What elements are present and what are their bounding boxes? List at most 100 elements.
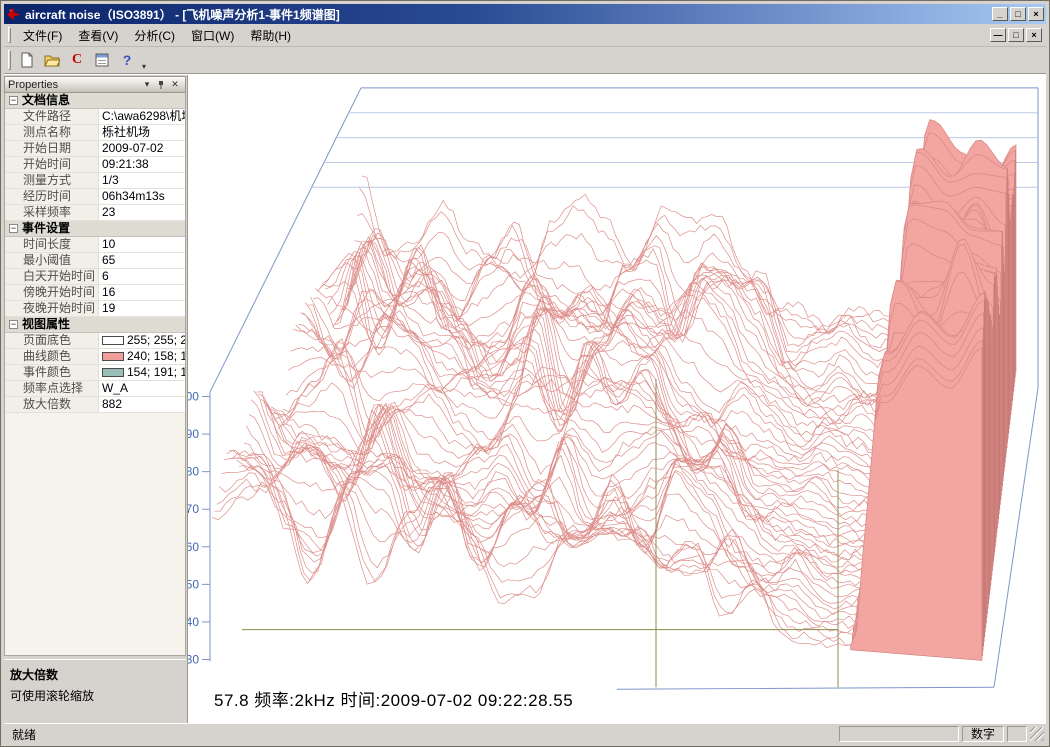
property-row[interactable]: 页面底色255; 255; 25 [5, 333, 185, 349]
toolbar-grip[interactable] [8, 50, 11, 70]
property-group-header[interactable]: −文档信息 [5, 93, 185, 109]
property-value: 23 [99, 205, 185, 220]
toolbar-overflow-button[interactable]: ▾ [142, 62, 146, 71]
property-value: 栎社机场 [99, 125, 185, 140]
property-row[interactable]: 测点名称栎社机场 [5, 125, 185, 141]
status-panel-blank [839, 726, 959, 742]
property-row[interactable]: 文件路径C:\awa6298\机场 [5, 109, 185, 125]
new-document-button[interactable] [15, 49, 39, 72]
menu-item-5[interactable]: 帮助(H) [242, 25, 299, 46]
property-value: 16 [99, 285, 185, 300]
property-label: 文件路径 [5, 109, 99, 124]
property-grid: −文档信息文件路径C:\awa6298\机场测点名称栎社机场开始日期2009-0… [4, 93, 186, 656]
property-row[interactable]: 曲线颜色240; 158; 15 [5, 349, 185, 365]
property-label: 页面底色 [5, 333, 99, 348]
property-label: 频率点选择 [5, 381, 99, 396]
pin-icon [156, 80, 166, 90]
property-label: 采样频率 [5, 205, 99, 220]
collapse-icon[interactable]: − [9, 96, 18, 105]
property-row[interactable]: 开始时间09:21:38 [5, 157, 185, 173]
property-row[interactable]: 最小阈值65 [5, 253, 185, 269]
status-panel-mode: 数字 [962, 726, 1004, 742]
property-label: 最小阈值 [5, 253, 99, 268]
status-bar: 就绪 数字 [4, 723, 1046, 743]
property-label: 测点名称 [5, 125, 99, 140]
property-row[interactable]: 频率点选择W_A [5, 381, 185, 397]
property-row[interactable]: 采样频率23 [5, 205, 185, 221]
property-label: 白天开始时间 [5, 269, 99, 284]
panel-menu-button[interactable]: ▾ [140, 78, 154, 91]
svg-text:60: 60 [188, 540, 199, 554]
property-row[interactable]: 经历时间06h34m13s [5, 189, 185, 205]
property-row[interactable]: 测量方式1/3 [5, 173, 185, 189]
menu-grip[interactable] [8, 27, 11, 44]
c-tool-icon: C [72, 52, 82, 68]
app-window: aircraft noise（ISO3891） - [飞机噪声分析1-事件1频谱… [0, 0, 1050, 747]
properties-panel: Properties ▾ ✕ −文档信息文件路径C:\awa6298\机场测点名… [4, 75, 188, 723]
property-label: 开始时间 [5, 157, 99, 172]
cursor-readout: 57.8 频率:2kHz 时间:2009-07-02 09:22:28.55 [214, 686, 573, 711]
property-row[interactable]: 时间长度10 [5, 237, 185, 253]
property-description-text: 可使用滚轮缩放 [10, 687, 180, 704]
child-restore-button[interactable]: □ [1008, 28, 1024, 42]
property-value: W_A [99, 381, 185, 396]
property-row[interactable]: 傍晚开始时间16 [5, 285, 185, 301]
color-swatch [102, 352, 124, 361]
menu-item-2[interactable]: 查看(V) [70, 25, 126, 46]
open-file-button[interactable] [40, 49, 64, 72]
property-label: 测量方式 [5, 173, 99, 188]
property-value: 1/3 [99, 173, 185, 188]
properties-panel-header[interactable]: Properties ▾ ✕ [4, 76, 186, 93]
property-group-header[interactable]: −事件设置 [5, 221, 185, 237]
property-label: 曲线颜色 [5, 349, 99, 364]
menu-item-4[interactable]: 窗口(W) [183, 25, 242, 46]
c-tool-button[interactable]: C [65, 49, 89, 72]
waterfall-chart[interactable]: 10090807060504030 [188, 75, 1046, 723]
svg-text:80: 80 [188, 465, 199, 479]
property-value: 6 [99, 269, 185, 284]
property-label: 夜晚开始时间 [5, 301, 99, 316]
spectrum-chart-area[interactable]: 10090807060504030 57.8 频率:2kHz 时间:2009-0… [188, 75, 1046, 723]
property-value: 154; 191; 18 [99, 365, 185, 380]
panel-pin-button[interactable] [154, 78, 168, 91]
svg-text:90: 90 [188, 427, 199, 441]
child-minimize-button[interactable]: — [990, 28, 1006, 42]
property-value: 19 [99, 301, 185, 316]
property-value: 09:21:38 [99, 157, 185, 172]
property-row[interactable]: 放大倍数882 [5, 397, 185, 413]
close-button[interactable]: × [1028, 7, 1044, 21]
property-label: 时间长度 [5, 237, 99, 252]
property-row[interactable]: 夜晚开始时间19 [5, 301, 185, 317]
maximize-button[interactable]: □ [1010, 7, 1026, 21]
property-label: 开始日期 [5, 141, 99, 156]
property-value: 2009-07-02 [99, 141, 185, 156]
collapse-icon[interactable]: − [9, 224, 18, 233]
property-row[interactable]: 白天开始时间6 [5, 269, 185, 285]
main-content: Properties ▾ ✕ −文档信息文件路径C:\awa6298\机场测点名… [4, 74, 1046, 723]
app-icon [6, 6, 22, 22]
title-bar[interactable]: aircraft noise（ISO3891） - [飞机噪声分析1-事件1频谱… [4, 4, 1046, 24]
svg-text:50: 50 [188, 577, 199, 591]
new-document-icon [19, 52, 35, 68]
help-button[interactable]: ? [115, 49, 139, 72]
property-value: C:\awa6298\机场 [99, 109, 185, 124]
property-group-header[interactable]: −视图属性 [5, 317, 185, 333]
menu-bar: 文件(F)查看(V)分析(C)窗口(W)帮助(H) — □ × [4, 24, 1046, 47]
properties-window-button[interactable] [90, 49, 114, 72]
property-row[interactable]: 事件颜色154; 191; 18 [5, 365, 185, 381]
property-label: 放大倍数 [5, 397, 99, 412]
property-description: 放大倍数 可使用滚轮缩放 [4, 659, 186, 723]
menu-item-3[interactable]: 分析(C) [126, 25, 183, 46]
child-close-button[interactable]: × [1026, 28, 1042, 42]
property-value: 240; 158; 15 [99, 349, 185, 364]
menu-item-1[interactable]: 文件(F) [15, 25, 70, 46]
collapse-icon[interactable]: − [9, 320, 18, 329]
property-row[interactable]: 开始日期2009-07-02 [5, 141, 185, 157]
resize-grip[interactable] [1030, 727, 1044, 741]
window-title: aircraft noise（ISO3891） - [飞机噪声分析1-事件1频谱… [25, 6, 988, 23]
help-icon: ? [123, 52, 132, 68]
property-group-label: 视图属性 [22, 317, 70, 332]
property-label: 事件颜色 [5, 365, 99, 380]
panel-close-button[interactable]: ✕ [168, 78, 182, 91]
minimize-button[interactable]: _ [992, 7, 1008, 21]
